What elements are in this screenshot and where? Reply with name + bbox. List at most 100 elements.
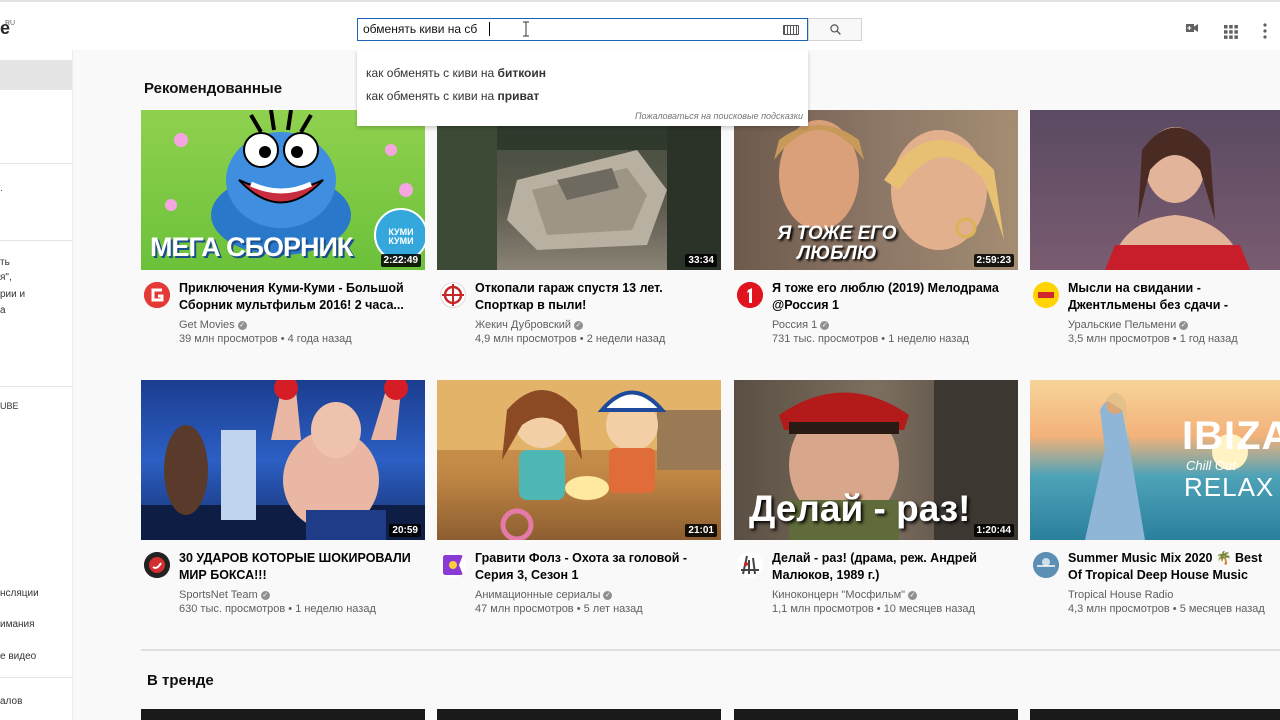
- channel-name[interactable]: Киноконцерн "Мосфильм" ✓: [772, 589, 918, 601]
- sidebar-section-title: UBE: [0, 401, 19, 411]
- trending-thumbnail[interactable]: [437, 709, 721, 720]
- sidebar-item-live[interactable]: нсляции: [0, 588, 39, 599]
- video-card[interactable]: 21:01 Гравити Фолз - Охота за головой - …: [437, 380, 721, 620]
- video-card[interactable]: МЕГА СБОРНИК КУМИ КУМИ 2:22:49 Приключен…: [141, 110, 425, 350]
- thumbnail-caption: Я ТОЖЕ ЕГО ЛЮБЛЮ: [777, 223, 897, 264]
- verified-check-icon: ✓: [574, 320, 584, 330]
- trending-thumbnail[interactable]: [141, 709, 425, 720]
- avatar[interactable]: [144, 552, 170, 578]
- video-thumbnail[interactable]: [1030, 110, 1280, 270]
- masthead: e RU обменять киви на сб: [0, 0, 1280, 50]
- sidebar-text-fragment: ть: [0, 257, 10, 268]
- verified-check-icon: ✓: [820, 320, 830, 330]
- video-title[interactable]: Делай - раз! (драма, реж. Андрей Малюков…: [772, 550, 1017, 584]
- search-input[interactable]: обменять киви на сб: [357, 18, 808, 41]
- channel-name[interactable]: Россия 1 ✓: [772, 319, 830, 331]
- avatar[interactable]: [1033, 282, 1059, 308]
- thumbnail-caption-tertiary: RELAX: [1184, 472, 1275, 502]
- video-card[interactable]: 20:59 30 УДАРОВ КОТОРЫЕ ШОКИРОВАЛИ МИР Б…: [141, 380, 425, 620]
- search-query-text[interactable]: обменять киви на сб: [363, 22, 477, 36]
- view-count: 4,9 млн просмотров: [475, 333, 577, 345]
- verified-check-icon: ✓: [908, 590, 918, 600]
- sidebar-item-channels[interactable]: алов: [0, 696, 22, 707]
- video-thumbnail[interactable]: 20:59: [141, 380, 425, 540]
- thumbnail-caption: Делай - раз!: [749, 488, 971, 529]
- video-thumbnail[interactable]: 21:01: [437, 380, 721, 540]
- video-title[interactable]: Summer Music Mix 2020 🌴 Best Of Tropical…: [1068, 550, 1278, 584]
- video-title[interactable]: Мысли на свидании - Джентльмены без сдач…: [1068, 280, 1278, 314]
- sidebar-item-home[interactable]: [0, 60, 72, 90]
- thumbnail-caption-secondary: Chill Out: [1186, 458, 1236, 473]
- video-thumbnail[interactable]: 33:34: [437, 110, 721, 270]
- video-thumbnail[interactable]: Делай - раз! 1:20:44: [734, 380, 1018, 540]
- view-count: 4,3 млн просмотров: [1068, 603, 1170, 615]
- channel-name-text: Россия 1: [772, 319, 818, 331]
- thumbnail-art: [1105, 127, 1250, 270]
- guide-sidebar: · ть я", рии и а UBE нсляции имания е ви…: [0, 50, 73, 720]
- view-count: 630 тыс. просмотров: [179, 603, 286, 615]
- report-suggestions-link[interactable]: Пожаловаться на поисковые подсказки: [635, 111, 803, 121]
- view-count: 731 тыс. просмотров: [772, 333, 879, 345]
- more-vert-icon[interactable]: [1262, 21, 1268, 41]
- sidebar-item-360-video[interactable]: е видео: [0, 651, 36, 662]
- video-card[interactable]: 33:34 Откопали гараж спустя 13 лет. Спор…: [437, 110, 721, 350]
- trending-thumbnail[interactable]: [1030, 709, 1280, 720]
- thumbnail-art: [1085, 392, 1248, 540]
- suggestion-item[interactable]: как обменять с киви на биткоин: [366, 66, 546, 80]
- channel-name-text: Уральские Пельмени: [1068, 319, 1177, 331]
- video-title[interactable]: Я тоже его люблю (2019) Мелодрама @Росси…: [772, 280, 1017, 314]
- channel-name[interactable]: Анимационные сериалы ✓: [475, 589, 613, 601]
- upload-age: 10 месяцев назад: [883, 603, 975, 615]
- avatar[interactable]: [144, 282, 170, 308]
- search-button[interactable]: [808, 18, 862, 41]
- channel-name-text: Get Movies: [179, 319, 235, 331]
- channel-name[interactable]: Tropical House Radio: [1068, 589, 1173, 601]
- sidebar-text-fragment: рии и: [0, 289, 26, 300]
- video-thumbnail[interactable]: Я ТОЖЕ ЕГО ЛЮБЛЮ 2:59:23: [734, 110, 1018, 270]
- video-camera-icon[interactable]: [1184, 18, 1200, 38]
- channel-name-text: Tropical House Radio: [1068, 589, 1174, 601]
- avatar[interactable]: [737, 282, 763, 308]
- channel-name[interactable]: Get Movies ✓: [179, 319, 247, 331]
- video-thumbnail[interactable]: IBIZA Chill Out RELAX: [1030, 380, 1280, 540]
- video-metadata: 4,9 млн просмотров • 2 недели назад: [475, 333, 666, 345]
- channel-logo-icon: [737, 282, 763, 308]
- duration-badge: 2:59:23: [973, 254, 1014, 267]
- duration-badge: 20:59: [389, 524, 421, 537]
- trending-thumbnail[interactable]: [734, 709, 1018, 720]
- section-title-trending: В тренде: [147, 672, 214, 689]
- sidebar-text-fragment: а: [0, 305, 6, 316]
- channel-name[interactable]: Жекич Дубровский ✓: [475, 319, 584, 331]
- avatar[interactable]: [440, 552, 466, 578]
- view-count: 1,1 млн просмотров: [772, 603, 874, 615]
- crosshair-icon: [442, 284, 464, 306]
- avatar[interactable]: [1033, 552, 1059, 578]
- video-title[interactable]: Откопали гараж спустя 13 лет. Спорткар в…: [475, 280, 720, 314]
- avatar[interactable]: [737, 552, 763, 578]
- video-metadata: 731 тыс. просмотров • 1 неделю назад: [772, 333, 969, 345]
- verified-check-icon: ✓: [260, 590, 270, 600]
- section-divider: [141, 649, 1280, 651]
- video-title[interactable]: 30 УДАРОВ КОТОРЫЕ ШОКИРОВАЛИ МИР БОКСА!!…: [179, 550, 424, 584]
- video-card[interactable]: Мысли на свидании - Джентльмены без сдач…: [1030, 110, 1280, 350]
- apps-grid-icon[interactable]: [1224, 22, 1238, 42]
- video-title[interactable]: Приключения Куми-Куми - Большой Сборник …: [179, 280, 424, 314]
- video-metadata: 39 млн просмотров • 4 года назад: [179, 333, 352, 345]
- sidebar-item-attention[interactable]: имания: [0, 619, 35, 630]
- video-card[interactable]: IBIZA Chill Out RELAX Summer Music Mix 2…: [1030, 380, 1280, 620]
- upload-age: 1 год назад: [1179, 333, 1238, 345]
- video-metadata: 3,5 млн просмотров • 1 год назад: [1068, 333, 1238, 345]
- suggestion-item[interactable]: как обменять с киви на приват: [366, 89, 539, 103]
- video-card[interactable]: Я ТОЖЕ ЕГО ЛЮБЛЮ 2:59:23 Я тоже его любл…: [734, 110, 1018, 350]
- view-count: 47 млн просмотров: [475, 603, 574, 615]
- channel-name[interactable]: Уральские Пельмени ✓: [1068, 319, 1189, 331]
- upload-age: 1 неделю назад: [888, 333, 969, 345]
- video-metadata: 630 тыс. просмотров • 1 неделю назад: [179, 603, 376, 615]
- channel-name[interactable]: SportsNet Team ✓: [179, 589, 270, 601]
- avatar[interactable]: [440, 282, 466, 308]
- verified-check-icon: ✓: [237, 320, 247, 330]
- video-card[interactable]: Делай - раз! 1:20:44 Делай - раз! (драма…: [734, 380, 1018, 620]
- video-thumbnail[interactable]: МЕГА СБОРНИК КУМИ КУМИ 2:22:49: [141, 110, 425, 270]
- keyboard-icon[interactable]: [783, 25, 799, 35]
- video-title[interactable]: Гравити Фолз - Охота за головой - Серия …: [475, 550, 720, 584]
